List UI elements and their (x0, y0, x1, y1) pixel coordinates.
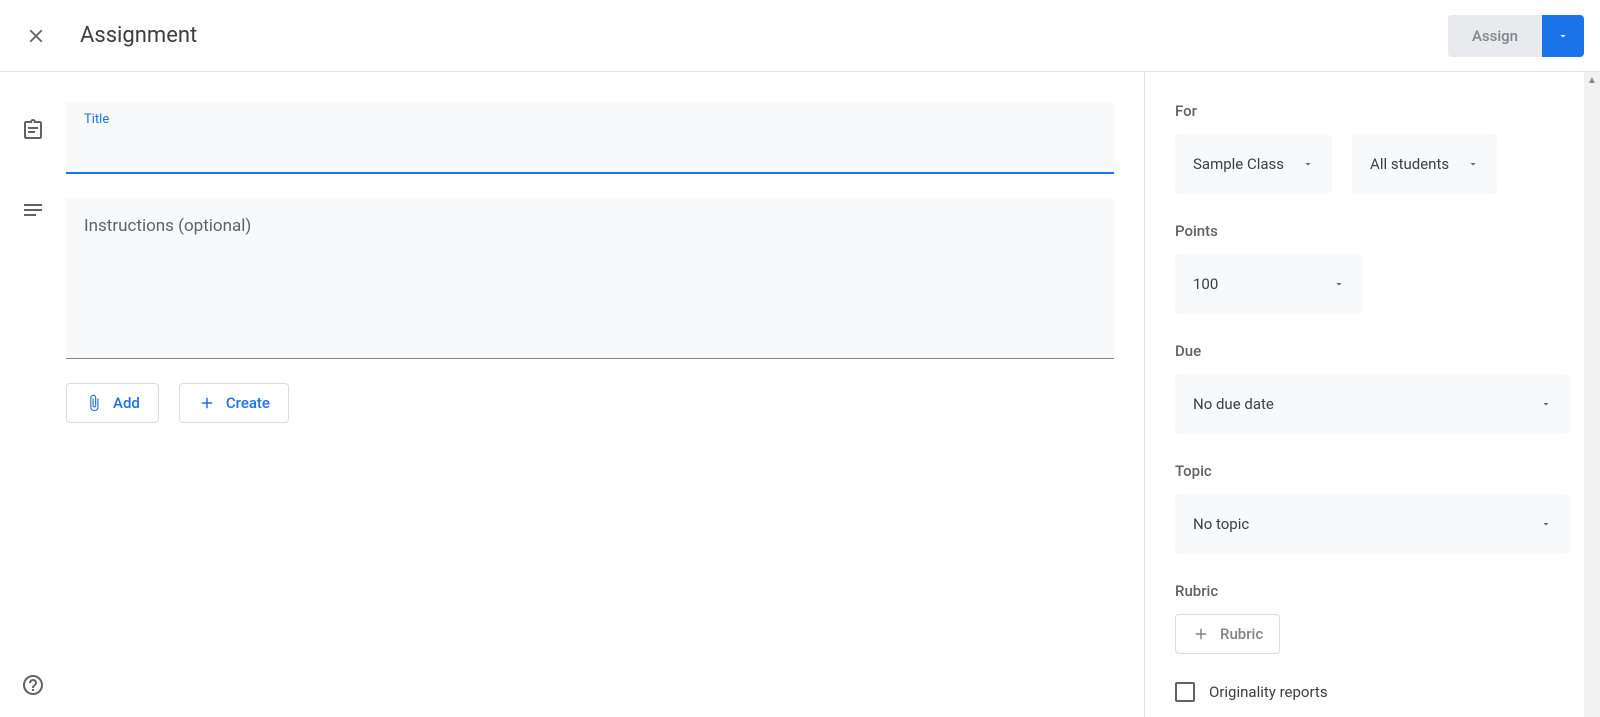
class-selector[interactable]: Sample Class (1175, 134, 1332, 194)
points-label: Points (1175, 222, 1570, 240)
points-value: 100 (1193, 275, 1218, 293)
help-icon (21, 673, 45, 697)
caret-down-icon (1540, 398, 1552, 410)
instructions-input[interactable] (84, 216, 1096, 336)
header-bar: Assignment Assign (0, 0, 1600, 72)
caret-down-icon (1557, 30, 1569, 42)
topic-selector[interactable]: No topic (1175, 494, 1570, 554)
class-value: Sample Class (1193, 155, 1284, 173)
caret-down-icon (1540, 518, 1552, 530)
due-label: Due (1175, 342, 1570, 360)
title-input[interactable] (84, 133, 1096, 152)
attachment-icon (85, 394, 103, 412)
title-field[interactable]: Title (66, 102, 1114, 174)
attach-action-row: Add Create (66, 383, 1114, 423)
add-label: Add (113, 394, 140, 412)
rubric-label: Rubric (1175, 582, 1570, 600)
text-align-icon (21, 198, 45, 222)
assign-button-group: Assign (1448, 15, 1584, 57)
create-attachment-button[interactable]: Create (179, 383, 289, 423)
scrollbar[interactable]: ▲ (1584, 72, 1600, 717)
title-label: Title (84, 112, 1096, 127)
students-value: All students (1370, 155, 1449, 173)
rubric-button-label: Rubric (1220, 625, 1263, 643)
content-column: Title Add Create (66, 72, 1144, 717)
points-section: Points 100 (1175, 222, 1570, 314)
caret-down-icon (1302, 158, 1314, 170)
rubric-button[interactable]: Rubric (1175, 614, 1280, 654)
due-section: Due No due date (1175, 342, 1570, 434)
close-icon (25, 25, 47, 47)
topic-value: No topic (1193, 515, 1249, 533)
scroll-up-arrow[interactable]: ▲ (1584, 72, 1600, 88)
create-label: Create (226, 394, 270, 412)
caret-down-icon (1467, 158, 1479, 170)
plus-icon (1192, 625, 1210, 643)
plus-icon (198, 394, 216, 412)
for-section: For Sample Class All students (1175, 102, 1570, 194)
page-title: Assignment (80, 23, 197, 48)
assign-dropdown-button[interactable] (1542, 15, 1584, 57)
topic-label: Topic (1175, 462, 1570, 480)
caret-down-icon (1333, 278, 1345, 290)
instructions-field[interactable] (66, 198, 1114, 359)
main-layout: Title Add Create For Sample Class (0, 72, 1600, 717)
add-attachment-button[interactable]: Add (66, 383, 159, 423)
for-label: For (1175, 102, 1570, 120)
originality-row: Originality reports (1175, 682, 1570, 702)
close-button[interactable] (16, 16, 56, 56)
assignment-icon (21, 118, 45, 142)
students-selector[interactable]: All students (1352, 134, 1497, 194)
due-value: No due date (1193, 395, 1274, 413)
rubric-section: Rubric Rubric (1175, 582, 1570, 654)
due-date-selector[interactable]: No due date (1175, 374, 1570, 434)
points-selector[interactable]: 100 (1175, 254, 1363, 314)
assign-button[interactable]: Assign (1448, 15, 1542, 57)
sidebar-panel: For Sample Class All students Points 100… (1144, 72, 1600, 717)
originality-label: Originality reports (1209, 683, 1328, 701)
topic-section: Topic No topic (1175, 462, 1570, 554)
icon-rail (0, 72, 66, 717)
originality-checkbox[interactable] (1175, 682, 1195, 702)
help-button[interactable] (21, 673, 45, 701)
